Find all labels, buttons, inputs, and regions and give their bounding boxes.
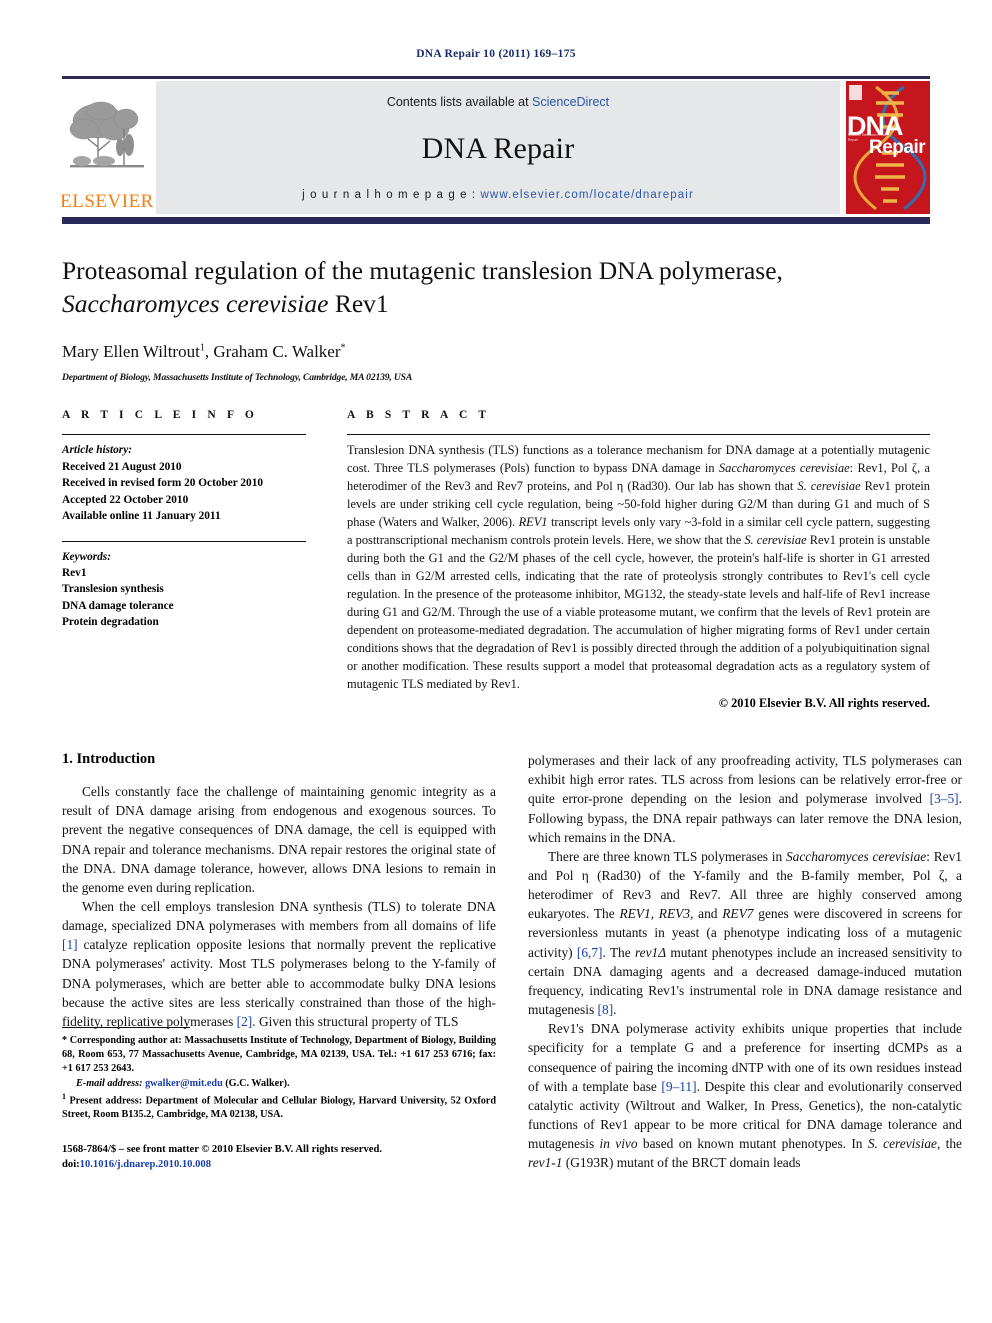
title-block: Proteasomal regulation of the mutagenic … bbox=[62, 255, 930, 383]
abstract-heading: A B S T R A C T bbox=[347, 409, 491, 422]
article-info-divider bbox=[62, 434, 306, 436]
homepage-label: j o u r n a l h o m e p a g e : bbox=[302, 189, 481, 201]
history-revised: Received in revised form 20 October 2010 bbox=[62, 477, 263, 490]
info-abstract-row: A R T I C L E I N F O Article history: R… bbox=[62, 409, 930, 711]
abstract-italic-species: S. cerevisiae bbox=[744, 533, 807, 548]
footnote-corresponding-text: Corresponding author at: Massachusetts I… bbox=[62, 1034, 496, 1075]
abstract-column: A B S T R A C T Translesion DNA synthesi… bbox=[306, 409, 930, 711]
reference-link-3-5[interactable]: [3–5] bbox=[930, 791, 959, 806]
doi-label: doi: bbox=[62, 1159, 80, 1171]
reference-link-6-7[interactable]: [6,7] bbox=[577, 945, 603, 960]
para-seg: polymerases and their lack of any proofr… bbox=[528, 753, 962, 807]
italic-in-vivo: in vivo bbox=[599, 1136, 638, 1152]
right-column: polymerases and their lack of any proofr… bbox=[528, 751, 962, 1172]
article-page: DNA Repair 10 (2011) 169–175 ELSEVIER Co… bbox=[0, 0, 992, 1323]
reference-link-9-11[interactable]: [9–11] bbox=[661, 1079, 696, 1094]
italic-species: Saccharomyces cerevisiae bbox=[785, 848, 927, 864]
journal-homepage-line: j o u r n a l h o m e p a g e : www.else… bbox=[302, 189, 694, 201]
keyword-item: Rev1 bbox=[62, 566, 87, 579]
doi-link[interactable]: 10.1016/j.dnarep.2010.10.008 bbox=[80, 1159, 211, 1170]
intro-paragraph-1: Cells constantly face the challenge of m… bbox=[62, 784, 496, 895]
article-info-column: A R T I C L E I N F O Article history: R… bbox=[62, 409, 306, 711]
left-column: 1. Introduction Cells constantly face th… bbox=[62, 751, 496, 1172]
footnote-email-label: E-mail address: bbox=[76, 1077, 143, 1089]
elsevier-wordmark: ELSEVIER bbox=[60, 191, 154, 212]
footnote-present-address: 1 Present address: Department of Molecul… bbox=[62, 1091, 496, 1123]
keywords-divider bbox=[62, 540, 306, 542]
intro-paragraph-3: polymerases and their lack of any proofr… bbox=[528, 751, 962, 847]
reference-link-8[interactable]: [8] bbox=[598, 1002, 614, 1017]
elsevier-tree-icon bbox=[69, 101, 144, 168]
intro-paragraph-2: When the cell employs translesion DNA sy… bbox=[62, 897, 496, 1031]
intro-paragraph-4: There are three known TLS polymerases in… bbox=[528, 847, 962, 1019]
masthead-bottom-rule bbox=[62, 217, 930, 224]
para-seg: based on known mutant phenotypes. In bbox=[637, 1136, 868, 1152]
para-seg: , bbox=[650, 906, 659, 922]
para-seg: , the bbox=[936, 1136, 962, 1152]
para-seg: There are three known TLS polymerases in bbox=[548, 848, 786, 864]
abstract-italic-gene: REV1 bbox=[518, 515, 548, 530]
journal-title: DNA Repair bbox=[421, 132, 575, 165]
author-2-name[interactable]: Graham C. Walker bbox=[213, 342, 340, 361]
homepage-url-link[interactable]: www.elsevier.com/locate/dnarepair bbox=[481, 189, 694, 201]
italic-gene-rev1: REV1 bbox=[619, 906, 651, 922]
italic-gene-rev3: REV3 bbox=[658, 906, 691, 922]
author-list: Mary Ellen Wiltrout1, Graham C. Walker* bbox=[62, 342, 930, 362]
para-seg: When the cell employs translesion DNA sy… bbox=[62, 898, 496, 934]
history-accepted: Accepted 22 October 2010 bbox=[62, 493, 189, 506]
issn-line: 1568-7864/$ – see front matter © 2010 El… bbox=[62, 1143, 382, 1155]
journal-cover-thumbnail[interactable]: DNA Repair Mutation Research / DNA Repai… bbox=[846, 81, 930, 214]
footnote-email-suffix: (G.C. Walker). bbox=[222, 1077, 290, 1089]
author-2-mark: * bbox=[340, 342, 346, 354]
doi-line: doi:10.1016/j.dnarep.2010.10.008 bbox=[62, 1157, 496, 1172]
elsevier-logo: ELSEVIER bbox=[60, 81, 154, 215]
journal-masthead: ELSEVIER Contents lists available at Sci… bbox=[60, 76, 930, 224]
article-history-label: Article history: bbox=[62, 444, 132, 457]
journal-band: Contents lists available at ScienceDirec… bbox=[156, 81, 840, 214]
author-1-name[interactable]: Mary Ellen Wiltrout bbox=[62, 342, 200, 361]
footnote-corresponding-author: * Corresponding author at: Massachusetts… bbox=[62, 1034, 496, 1077]
italic-gene-rev7: REV7 bbox=[722, 906, 754, 922]
abstract-text: Translesion DNA synthesis (TLS) function… bbox=[347, 442, 930, 694]
para-seg: , and bbox=[690, 906, 723, 922]
body-columns: 1. Introduction Cells constantly face th… bbox=[62, 751, 962, 1172]
history-received: Received 21 August 2010 bbox=[62, 460, 182, 473]
title-line-2-species: Saccharomyces cerevisiae bbox=[62, 288, 329, 318]
issn-block: 1568-7864/$ – see front matter © 2010 El… bbox=[62, 1142, 496, 1173]
keyword-item: Translesion synthesis bbox=[62, 583, 164, 596]
section-heading-introduction: 1. Introduction bbox=[62, 751, 156, 768]
para-seg: . The bbox=[602, 944, 635, 960]
para-seg: . bbox=[613, 1002, 617, 1018]
keyword-item: Protein degradation bbox=[62, 616, 159, 629]
footnote-block: * Corresponding author at: Massachusetts… bbox=[62, 1026, 496, 1173]
italic-mutant-rev1-1: rev1-1 bbox=[528, 1155, 563, 1171]
abstract-italic-species: S. cerevisiae bbox=[797, 479, 861, 494]
contents-prefix: Contents lists available at bbox=[386, 95, 533, 109]
italic-mutant-rev1delta: rev1Δ bbox=[634, 944, 667, 960]
keywords-label: Keywords: bbox=[62, 550, 111, 563]
page-title: Proteasomal regulation of the mutagenic … bbox=[62, 255, 930, 320]
affiliation: Department of Biology, Massachusetts Ins… bbox=[62, 372, 413, 384]
title-line-2-rest: Rev1 bbox=[328, 288, 389, 318]
footnote-email: E-mail address: gwalker@mit.edu (G.C. Wa… bbox=[62, 1077, 496, 1091]
intro-paragraph-5: Rev1's DNA polymerase activity exhibits … bbox=[528, 1019, 962, 1172]
cover-subtitle: Mutation Research / DNA Repair bbox=[848, 133, 887, 143]
history-online: Available online 11 January 2011 bbox=[62, 510, 221, 523]
abstract-copyright: © 2010 Elsevier B.V. All rights reserved… bbox=[718, 696, 930, 711]
reference-link-1[interactable]: [1] bbox=[62, 937, 78, 952]
email-link[interactable]: gwalker@mit.edu bbox=[145, 1078, 223, 1089]
running-head: DNA Repair 10 (2011) 169–175 bbox=[416, 48, 576, 60]
contents-available-line: Contents lists available at ScienceDirec… bbox=[387, 95, 609, 109]
article-info-heading: A R T I C L E I N F O bbox=[62, 409, 258, 422]
sciencedirect-link[interactable]: ScienceDirect bbox=[532, 95, 609, 109]
abstract-seg: Rev1 protein is unstable during both the… bbox=[347, 533, 930, 692]
footnote-present-address-text: Present address: Department of Molecular… bbox=[62, 1095, 496, 1121]
italic-species: S. cerevisiae bbox=[867, 1136, 937, 1152]
title-line-1: Proteasomal regulation of the mutagenic … bbox=[62, 256, 783, 285]
abstract-italic-species: Saccharomyces cerevisiae bbox=[718, 461, 850, 476]
keyword-item: DNA damage tolerance bbox=[62, 599, 174, 612]
para-seg: (G193R) mutant of the BRCT domain leads bbox=[562, 1155, 801, 1171]
abstract-divider bbox=[347, 434, 930, 436]
footnote-rule bbox=[62, 1026, 190, 1028]
